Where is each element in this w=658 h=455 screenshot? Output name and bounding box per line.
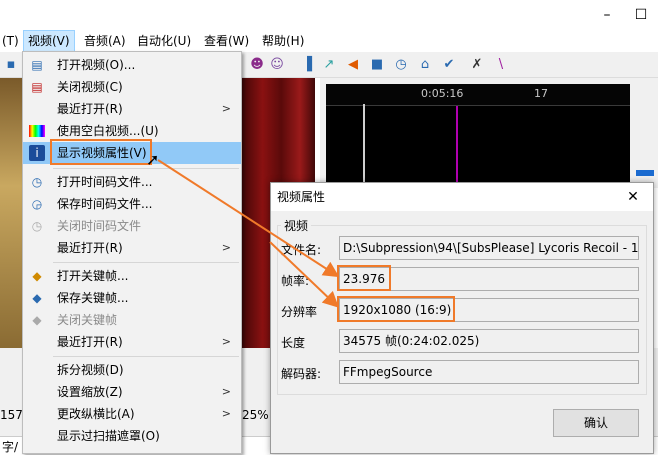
menu-close-keyframes: ◆ 关闭关键帧 [23,309,241,331]
video-frame-left [0,78,24,348]
menu-aspect-ratio[interactable]: 更改纵横比(A) > [23,403,241,425]
length-label: 长度 [281,336,306,350]
menu-help[interactable]: 帮助(H) [258,30,308,52]
open-keyframe-icon: ◆ [32,269,42,283]
video-menu: ▤ 打开视频(O)... ▤ 关闭视频(C) 最近打开(R) > 使用空白视频.… [22,51,242,454]
dialog-titlebar: 视频属性 ✕ [271,183,653,211]
close-keyframe-icon: ◆ [32,313,42,327]
spellcheck-icon[interactable]: ⌂ [416,56,434,74]
fish-icon[interactable]: ◀ [344,56,362,74]
menu-view[interactable]: 查看(W) [200,30,253,52]
window-controls: – ☐ [590,0,658,30]
maximize-button[interactable]: ☐ [624,0,658,30]
mascot-icon[interactable]: ☻ [248,56,266,74]
framerate-label: 帧率: [281,274,310,288]
menu-recent-timecode[interactable]: 最近打开(R) > [23,237,241,259]
decoder-field[interactable]: FFmpegSource [339,360,639,384]
tag-icon[interactable]: \ [492,56,510,74]
menu-save-timecode[interactable]: ◶ 保存时间码文件... [23,193,241,215]
menu-highlight-box [50,139,152,165]
resolution-highlight-box [337,296,455,322]
audio-time-label: 0:05:16 [421,87,464,100]
menu-open-keyframes[interactable]: ◆ 打开关键帧... [23,265,241,287]
audio-volume-indicator [636,170,654,176]
filename-field[interactable]: D:\Subpression\94\[SubsPlease] Lycoris R… [339,236,639,260]
clock-icon[interactable]: ◷ [392,56,410,74]
chevron-right-icon: > [221,335,231,348]
menu-overscan-mask[interactable]: 显示过扫描遮罩(O) [23,425,241,447]
video-properties-dialog: 视频属性 ✕ 视频 文件名: D:\Subpression\94\[SubsPl… [270,182,654,454]
menu-separator [53,262,239,263]
menu-set-zoom[interactable]: 设置缩放(Z) > [23,381,241,403]
audio-ruler: 0:05:16 17 [326,84,630,106]
audio-playhead [456,106,458,188]
close-timecode-icon: ◷ [31,219,43,233]
menu-recent-keyframes[interactable]: 最近打开(R) > [23,331,241,353]
stop-icon[interactable]: ■ [368,56,386,74]
save-timecode-icon: ◶ [31,197,43,211]
menu-open-video[interactable]: ▤ 打开视频(O)... [23,54,241,76]
chevron-right-icon: > [221,385,231,398]
audio-frame-label: 17 [534,87,548,100]
menu-detach-video[interactable]: 拆分视频(D) [23,359,241,381]
tools-icon[interactable]: ✗ [468,56,486,74]
menu-separator [53,356,239,357]
open-timecode-icon: ◷ [31,175,43,189]
length-field[interactable]: 34575 帧(0:24:02.025) [339,329,639,353]
menu-video[interactable]: 视频(V) [23,30,75,52]
snap-icon[interactable]: ↗ [320,56,338,74]
frame-number: 157 [0,408,23,422]
film-open-icon: ▤ [31,58,43,72]
grid-col-first: 字/ [2,440,19,454]
decoder-label: 解码器: [281,367,322,381]
minimize-button[interactable]: – [590,0,624,30]
dialog-title: 视频属性 [277,190,326,204]
info-icon: i [29,145,45,161]
menu-tools[interactable]: (T) [0,30,23,52]
jump-start-icon[interactable]: ▐ [298,56,316,74]
save-keyframe-icon: ◆ [32,291,42,305]
save-icon[interactable]: ▪ [2,56,20,74]
menu-open-timecode[interactable]: ◷ 打开时间码文件... [23,171,241,193]
audio-selection-start [363,104,365,188]
zoom-percent: 25% [242,408,269,422]
menu-close-timecode: ◷ 关闭时间码文件 [23,215,241,237]
menu-automation[interactable]: 自动化(U) [133,30,195,52]
film-close-icon: ▤ [31,80,43,94]
framerate-highlight-box [337,265,391,291]
menu-close-video[interactable]: ▤ 关闭视频(C) [23,76,241,98]
menu-audio[interactable]: 音频(A) [80,30,130,52]
chevron-right-icon: > [221,241,231,254]
chevron-right-icon: > [221,102,231,115]
resolution-label: 分辨率 [281,305,318,319]
close-icon[interactable]: ✕ [619,183,647,211]
color-bars-icon [29,125,45,137]
filename-label: 文件名: [281,243,322,257]
check-icon[interactable]: ✔ [440,56,458,74]
face-icon[interactable]: ☺ [268,56,286,74]
ok-button[interactable]: 确认 [553,409,639,437]
menu-recent-video[interactable]: 最近打开(R) > [23,98,241,120]
menu-save-keyframes[interactable]: ◆ 保存关键帧... [23,287,241,309]
menubar: (T) 视频(V) 音频(A) 自动化(U) 查看(W) 帮助(H) [0,30,658,52]
chevron-right-icon: > [221,407,231,420]
group-label: 视频 [281,217,312,234]
mouse-cursor-icon: ➚ [146,150,160,169]
